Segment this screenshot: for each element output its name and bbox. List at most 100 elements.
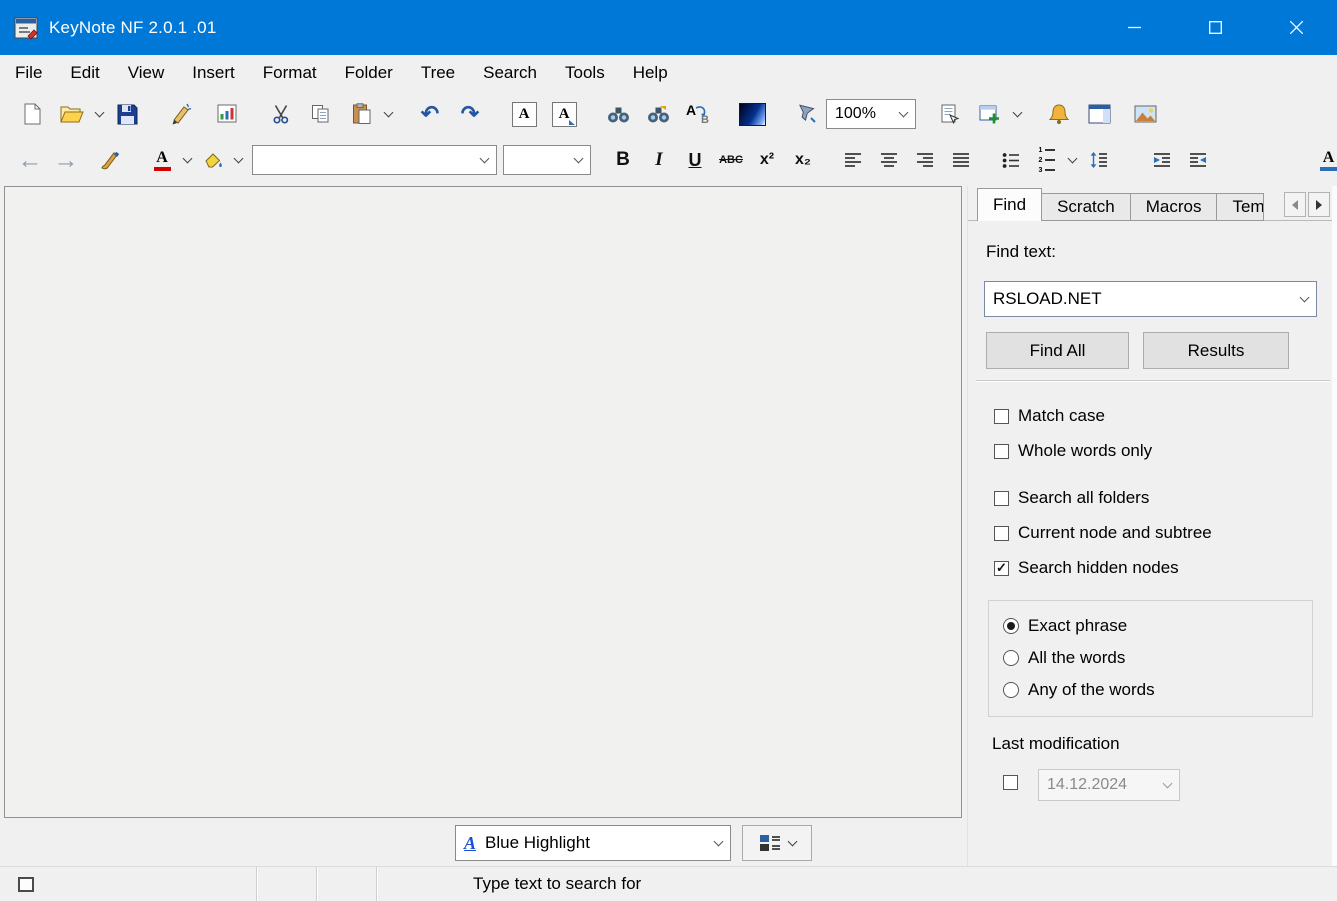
underline-button[interactable]: U xyxy=(677,141,713,179)
tab-scratch[interactable]: Scratch xyxy=(1042,193,1131,221)
superscript-button[interactable]: x² xyxy=(749,141,785,179)
paragraph-dialog-button[interactable]: A xyxy=(544,95,584,133)
format-painter-button[interactable] xyxy=(90,141,130,179)
menu-help[interactable]: Help xyxy=(619,55,682,90)
zoom-combobox[interactable]: 100% xyxy=(826,99,916,129)
find-text-combobox[interactable]: RSLOAD.NET xyxy=(984,281,1317,317)
navigate-back-button[interactable]: ← xyxy=(12,141,48,179)
menu-search[interactable]: Search xyxy=(469,55,551,90)
images-button[interactable] xyxy=(1125,95,1165,133)
checkbox-whole-words[interactable]: Whole words only xyxy=(994,441,1152,461)
chevron-down-icon xyxy=(1300,292,1310,302)
results-button[interactable]: Results xyxy=(1143,332,1289,369)
new-file-icon xyxy=(23,103,42,125)
strikethrough-icon: ABC xyxy=(719,154,743,166)
style-combobox[interactable]: A Blue Highlight xyxy=(455,825,731,861)
editor-area[interactable] xyxy=(4,186,962,818)
undo-button[interactable]: ↶ xyxy=(410,95,450,133)
align-right-button[interactable] xyxy=(907,141,943,179)
tabs-scroll-right-button[interactable] xyxy=(1308,192,1330,217)
find-button[interactable] xyxy=(598,95,638,133)
chevron-down-icon xyxy=(1068,153,1078,163)
paste-dropdown[interactable] xyxy=(381,95,396,133)
minimize-icon xyxy=(1128,21,1141,34)
highlight-color-button[interactable] xyxy=(195,141,231,179)
new-file-button[interactable] xyxy=(12,95,52,133)
decrease-indent-button[interactable] xyxy=(1144,141,1180,179)
match-type-group: Exact phrase All the words Any of the wo… xyxy=(988,600,1313,717)
numbered-list-dropdown[interactable] xyxy=(1065,141,1080,179)
align-left-button[interactable] xyxy=(835,141,871,179)
copy-button[interactable] xyxy=(301,95,341,133)
apply-style-button[interactable] xyxy=(742,825,812,861)
tab-find[interactable]: Find xyxy=(977,188,1042,221)
font-color-button[interactable]: A xyxy=(144,141,180,179)
replace-button[interactable]: A B xyxy=(678,95,718,133)
font-size-combobox[interactable] xyxy=(503,145,591,175)
checkbox-current-node-subtree[interactable]: Current node and subtree xyxy=(994,523,1212,543)
highlight-color-dropdown[interactable] xyxy=(231,141,246,179)
font-name-combobox[interactable] xyxy=(252,145,497,175)
tab-templates[interactable]: Tem xyxy=(1217,193,1264,221)
font-dialog-button[interactable]: A xyxy=(504,95,544,133)
tree-panel-dropdown[interactable] xyxy=(1010,95,1025,133)
align-center-button[interactable] xyxy=(871,141,907,179)
subscript-button[interactable]: x₂ xyxy=(785,141,821,179)
tree-panel-button[interactable] xyxy=(970,95,1010,133)
menu-edit[interactable]: Edit xyxy=(56,55,113,90)
file-manager-button[interactable] xyxy=(161,95,201,133)
strikethrough-button[interactable]: ABC xyxy=(713,141,749,179)
last-modification-checkbox[interactable] xyxy=(1003,775,1018,790)
find-all-button[interactable]: Find All xyxy=(986,332,1129,369)
numbered-list-button[interactable]: 1 2 3 xyxy=(1029,141,1065,179)
menu-tools[interactable]: Tools xyxy=(551,55,619,90)
menu-tree[interactable]: Tree xyxy=(407,55,469,90)
paste-button[interactable] xyxy=(341,95,381,133)
save-button[interactable] xyxy=(107,95,147,133)
cut-button[interactable] xyxy=(261,95,301,133)
menu-folder[interactable]: Folder xyxy=(331,55,407,90)
minimize-button[interactable] xyxy=(1094,0,1175,55)
section-divider xyxy=(976,380,1330,382)
checkbox-match-case[interactable]: Match case xyxy=(994,406,1105,426)
checkbox-search-hidden-nodes[interactable]: Search hidden nodes xyxy=(994,558,1179,578)
filter-button[interactable] xyxy=(786,95,826,133)
tabs-scroll-left-button[interactable] xyxy=(1284,192,1306,217)
open-file-dropdown[interactable] xyxy=(92,95,107,133)
checkbox-search-all-folders[interactable]: Search all folders xyxy=(994,488,1149,508)
resource-panel-button[interactable] xyxy=(1079,95,1119,133)
bullet-list-button[interactable] xyxy=(993,141,1029,179)
clipped-toolbar-button[interactable]: A xyxy=(1320,145,1337,175)
menu-file[interactable]: File xyxy=(1,55,56,90)
menu-insert[interactable]: Insert xyxy=(178,55,249,90)
radio-any-of-the-words[interactable]: Any of the words xyxy=(1003,680,1155,700)
background-color-button[interactable] xyxy=(732,95,772,133)
align-justify-button[interactable] xyxy=(943,141,979,179)
status-panel-3 xyxy=(317,867,377,901)
maximize-button[interactable] xyxy=(1175,0,1256,55)
line-spacing-button[interactable] xyxy=(1080,141,1116,179)
bold-button[interactable]: B xyxy=(605,141,641,179)
open-file-button[interactable] xyxy=(52,95,92,133)
radio-all-the-words[interactable]: All the words xyxy=(1003,648,1125,668)
app-window: KeyNote NF 2.0.1 .01 File Edit View Inse… xyxy=(0,0,1337,901)
italic-button[interactable]: I xyxy=(641,141,677,179)
navigate-forward-button[interactable]: → xyxy=(48,141,84,179)
font-color-dropdown[interactable] xyxy=(180,141,195,179)
undo-icon: ↶ xyxy=(421,103,439,125)
close-button[interactable] xyxy=(1256,0,1337,55)
keynote-app-icon xyxy=(13,15,39,41)
alarm-button[interactable] xyxy=(1039,95,1079,133)
menu-format[interactable]: Format xyxy=(249,55,331,90)
align-right-icon xyxy=(916,152,934,168)
radio-exact-phrase[interactable]: Exact phrase xyxy=(1003,616,1127,636)
file-properties-button[interactable] xyxy=(207,95,247,133)
chevron-right-icon xyxy=(1316,200,1322,210)
menu-view[interactable]: View xyxy=(114,55,179,90)
find-next-button[interactable] xyxy=(638,95,678,133)
note-properties-button[interactable] xyxy=(930,95,970,133)
filter-funnel-icon xyxy=(796,104,817,125)
redo-button[interactable]: ↷ xyxy=(450,95,490,133)
increase-indent-button[interactable] xyxy=(1180,141,1216,179)
tab-macros[interactable]: Macros xyxy=(1131,193,1218,221)
